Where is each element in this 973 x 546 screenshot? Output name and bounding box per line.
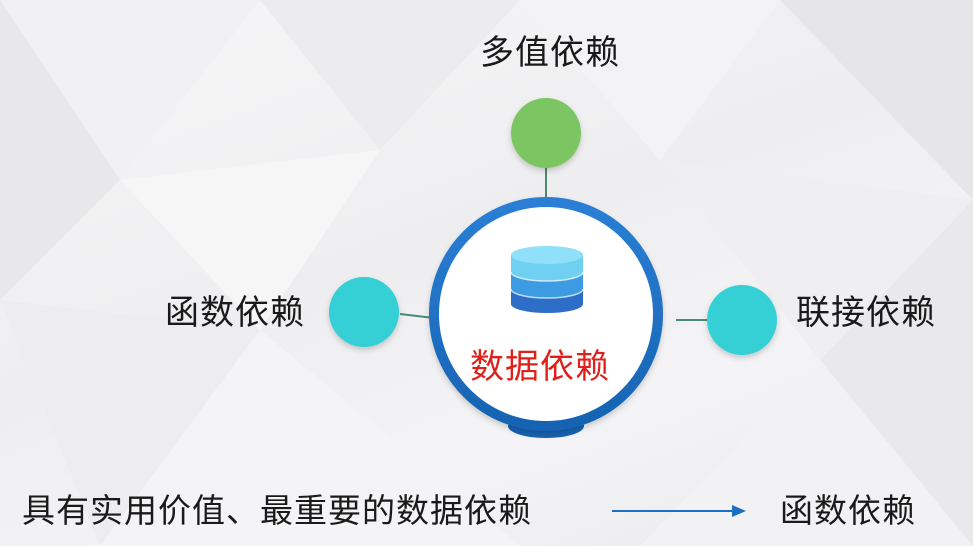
node-right-circle <box>707 285 777 355</box>
slide: 多值依赖 函数依赖 联接依赖 数据依赖 具有实用价值、最重要的数据依赖 函数依赖 <box>0 0 973 546</box>
conclusion-text: 具有实用价值、最重要的数据依赖 <box>22 491 532 530</box>
connector-left <box>399 313 435 319</box>
arrow-head <box>732 505 746 517</box>
diagram-graphic <box>329 98 777 517</box>
node-top-label: 多值依赖 <box>480 33 620 73</box>
center-label: 数据依赖 <box>470 347 610 387</box>
node-left-label: 函数依赖 <box>165 293 305 333</box>
conclusion-result: 函数依赖 <box>780 491 916 530</box>
node-left-circle <box>329 277 399 347</box>
node-top-circle <box>511 98 581 168</box>
database-icon <box>510 246 584 313</box>
node-right-label: 联接依赖 <box>796 293 936 333</box>
center-ring <box>429 197 663 431</box>
